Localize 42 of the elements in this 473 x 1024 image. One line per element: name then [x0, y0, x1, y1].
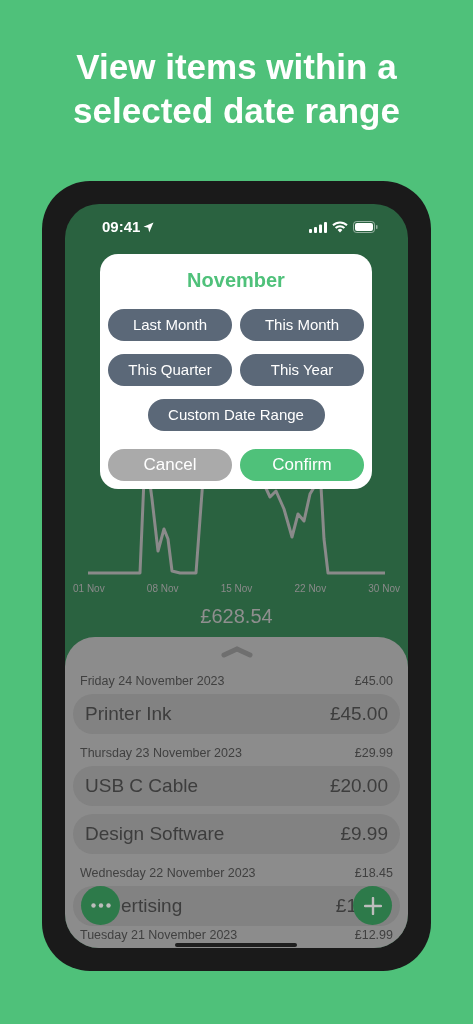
more-icon: [90, 903, 111, 908]
axis-label: 08 Nov: [146, 581, 179, 596]
location-icon: [143, 221, 155, 233]
chevron-up-icon[interactable]: [220, 645, 253, 659]
date-header: Wednesday 22 November 2023: [80, 864, 256, 882]
battery-icon: [353, 221, 378, 233]
item-amount: £9.99: [340, 821, 388, 846]
date-header: Thursday 23 November 2023: [80, 744, 242, 762]
item-amount: £20.00: [329, 773, 388, 798]
item-name: Printer Ink: [85, 701, 172, 726]
item-name: USB C Cable: [85, 773, 198, 798]
expense-row[interactable]: Design Software £9.99: [73, 814, 400, 854]
signal-icon: [309, 221, 327, 233]
cancel-button[interactable]: Cancel: [108, 449, 232, 481]
range-button[interactable]: Custom Date Range: [147, 399, 325, 431]
axis-label: 30 Nov: [368, 581, 400, 596]
wifi-icon: [332, 221, 348, 233]
plus-icon: [363, 896, 382, 915]
headline: View items within a selected date range: [72, 46, 401, 132]
item-amount: £1: [335, 893, 357, 918]
date-header: Tuesday 21 November 2023: [80, 926, 238, 944]
day-total: £29.99: [354, 744, 393, 762]
item-amount: £45.00: [329, 701, 388, 726]
axis-label: 01 Nov: [73, 581, 105, 596]
dialog-title: November: [186, 268, 286, 293]
item-name: Design Software: [85, 821, 225, 846]
day-total: £12.99: [354, 926, 393, 944]
range-button[interactable]: This Year: [240, 354, 364, 386]
range-button[interactable]: This Month: [240, 309, 364, 341]
status-time: 09:41: [102, 216, 141, 237]
total-amount: £628.54: [199, 604, 274, 629]
range-button[interactable]: This Quarter: [108, 354, 232, 386]
item-name: ertising: [121, 893, 183, 918]
day-total: £18.45: [354, 864, 393, 882]
range-button[interactable]: Last Month: [108, 309, 232, 341]
expense-row[interactable]: USB C Cable £20.00: [73, 766, 400, 806]
axis-label: 15 Nov: [220, 581, 253, 596]
axis-label: 22 Nov: [294, 581, 327, 596]
confirm-button[interactable]: Confirm: [240, 449, 364, 481]
day-total: £45.00: [354, 672, 393, 690]
date-header: Friday 24 November 2023: [80, 672, 225, 690]
expense-row[interactable]: Printer Ink £45.00: [73, 694, 400, 734]
